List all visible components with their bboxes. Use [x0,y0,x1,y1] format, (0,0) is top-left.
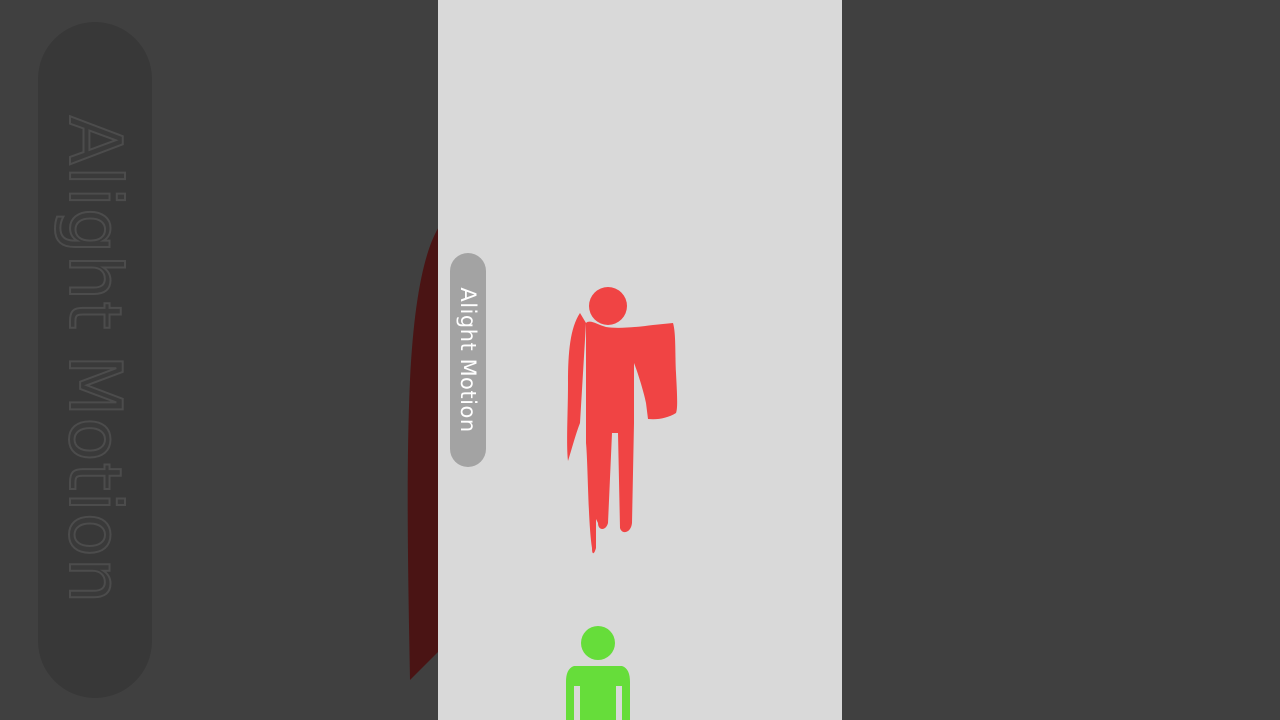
video-frame: Alight Motion [438,0,842,720]
green-figure-head [581,626,615,660]
red-figure-cape [567,313,586,461]
red-figure-head [589,287,627,325]
green-figure [566,626,630,720]
red-figure [567,287,678,554]
background-watermark-label: Alight Motion [52,115,138,606]
alight-motion-watermark: Alight Motion [450,253,486,467]
red-figure-body [586,321,678,554]
video-player[interactable]: Alight Motion Alight Motion [0,0,1280,720]
background-red-figure-blur [407,225,440,680]
watermark-label: Alight Motion [456,287,480,433]
right-background [842,0,1280,720]
green-figure-body [566,666,630,720]
